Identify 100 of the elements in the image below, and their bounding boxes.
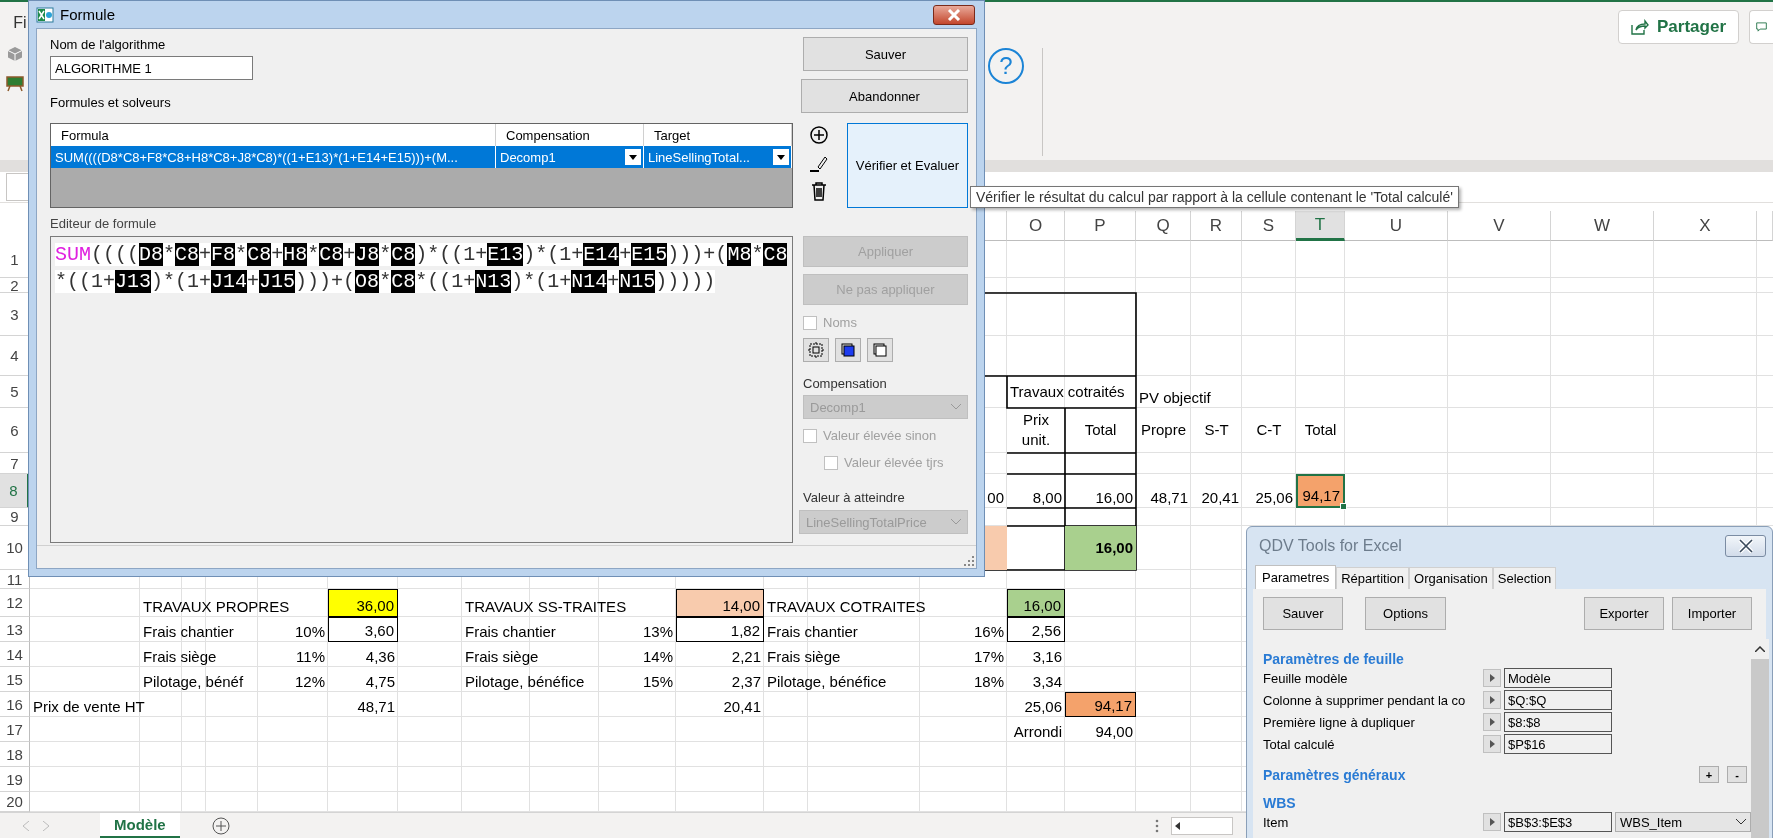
right-triangle-icon bbox=[1489, 740, 1495, 748]
speech-bubble-icon bbox=[1756, 20, 1767, 34]
sheet-cell-text: 20,41 bbox=[722, 697, 762, 717]
formula-editor[interactable]: SUM((((D8*C8+F8*C8+H8*C8+J8*C8)*((1+E13)*(1+E14+E15)))+(M8*C8 *((1+J13)*(1+J14+J15)))+(O8*C8*((1+N13)*(1+N14+N15))))) bbox=[50, 236, 793, 543]
column-header[interactable]: O bbox=[1007, 211, 1065, 241]
close-button[interactable] bbox=[933, 4, 975, 25]
help-button[interactable]: ? bbox=[988, 48, 1024, 84]
pick-button[interactable] bbox=[1483, 735, 1501, 753]
duplicate-button[interactable] bbox=[867, 338, 893, 362]
sheet-tab[interactable]: Modèle bbox=[100, 813, 180, 838]
field-label: Total calculé bbox=[1263, 736, 1336, 752]
resize-grip-icon[interactable] bbox=[964, 556, 974, 566]
sheet-cell-text: 16,00 bbox=[1094, 488, 1134, 508]
pick-button[interactable] bbox=[1483, 813, 1501, 831]
sheet-cell-text: Frais chantier bbox=[766, 622, 859, 642]
target-dropdown[interactable]: LineSellingTotal... bbox=[644, 146, 792, 168]
verify-button[interactable]: Vérifier et Evaluer bbox=[847, 123, 968, 208]
name-box[interactable] bbox=[6, 173, 30, 201]
column-header[interactable]: V bbox=[1448, 211, 1551, 241]
compensation-dropdown[interactable]: Decomp1 bbox=[496, 146, 644, 168]
sheet-cell-text: Frais chantier bbox=[142, 622, 235, 642]
tab[interactable]: Répartition bbox=[1336, 567, 1410, 589]
sheet-cell-text: Arrondi bbox=[1012, 722, 1063, 742]
text-field[interactable]: $8:$8 bbox=[1504, 712, 1612, 732]
name-input-field[interactable]: ALGORITHME 1 bbox=[50, 56, 253, 80]
row-header[interactable]: 17 bbox=[0, 717, 30, 742]
pick-button[interactable] bbox=[1483, 691, 1501, 709]
column-header[interactable]: P bbox=[1065, 211, 1136, 241]
panel-button[interactable]: + bbox=[1699, 766, 1719, 783]
add-sheet-icon[interactable] bbox=[211, 817, 230, 835]
row-header[interactable]: 16 bbox=[0, 692, 30, 717]
section-label: Editeur de formule bbox=[50, 216, 158, 232]
text-field[interactable]: $P$16 bbox=[1504, 734, 1612, 754]
sheet-cell-text: 12% bbox=[293, 672, 326, 692]
row-header[interactable]: 14 bbox=[0, 642, 30, 667]
menu-tab[interactable]: Fi bbox=[13, 14, 27, 32]
column-header[interactable]: S bbox=[1242, 211, 1296, 241]
tab[interactable]: Selection bbox=[1492, 567, 1557, 589]
row-header[interactable]: 2 bbox=[0, 278, 30, 293]
sheet-cell-text: TRAVAUX SS-TRAITES bbox=[464, 597, 628, 617]
column-header[interactable]: R bbox=[1191, 211, 1242, 241]
row-header[interactable]: 15 bbox=[0, 667, 30, 692]
tooltip: Vérifier le résultat du calcul par rapport à la cellule contenant le 'Total calculé' bbox=[970, 186, 1459, 208]
more-options-icon[interactable] bbox=[1154, 819, 1159, 833]
text-field[interactable]: $Q:$Q bbox=[1504, 690, 1612, 710]
sheet-cell-text: 17% bbox=[972, 647, 1005, 667]
sheet-cell-text: Pilotage, bénéfice bbox=[766, 672, 888, 692]
plus-circle-icon bbox=[809, 125, 829, 145]
text-field[interactable]: $B$3:$E$3 bbox=[1504, 812, 1612, 832]
row-header[interactable]: 19 bbox=[0, 767, 30, 792]
field-label: Compensation bbox=[803, 376, 888, 392]
column-header[interactable]: Q bbox=[1136, 211, 1191, 241]
column-header[interactable]: U bbox=[1345, 211, 1448, 241]
sheet-cell-text: 13% bbox=[641, 622, 674, 642]
sheet-cell: 3,60 bbox=[328, 617, 398, 642]
row-header[interactable]: 20 bbox=[0, 792, 30, 812]
row-header[interactable]: 12 bbox=[0, 589, 30, 617]
sheet-cell-text: Prix unit. bbox=[1020, 410, 1052, 450]
column-header[interactable]: X bbox=[1654, 211, 1757, 241]
text-field[interactable]: Modèle bbox=[1504, 668, 1612, 688]
field-label: Valeur à atteindre bbox=[803, 490, 906, 506]
row-header[interactable]: 13 bbox=[0, 617, 30, 642]
cube-icon[interactable] bbox=[7, 46, 23, 62]
tab[interactable]: Organisation bbox=[1409, 567, 1493, 589]
tab[interactable]: Parametres bbox=[1255, 565, 1337, 589]
sheet-cell: 1,82 bbox=[676, 617, 764, 642]
column-header[interactable]: T bbox=[1296, 211, 1345, 241]
sheet-cell-text: 15% bbox=[641, 672, 674, 692]
dialog-button[interactable]: Sauver bbox=[803, 37, 968, 71]
sheet-cell-text: 48,71 bbox=[1149, 488, 1189, 508]
horizontal-scrollbar[interactable] bbox=[1170, 817, 1233, 835]
sheet-cell-text: 14% bbox=[641, 647, 674, 667]
scrollbar[interactable] bbox=[1751, 639, 1769, 838]
column-header[interactable]: W bbox=[1551, 211, 1654, 241]
panel-button[interactable]: Options bbox=[1365, 597, 1446, 630]
copy-button[interactable] bbox=[835, 338, 861, 362]
pick-button[interactable] bbox=[1483, 713, 1501, 731]
sheet-cell-text: PV objectif bbox=[1138, 388, 1212, 408]
field-label: Nom de l'algorithme bbox=[50, 37, 167, 53]
pick-button[interactable] bbox=[1483, 669, 1501, 687]
dotted-frame-icon bbox=[807, 341, 825, 359]
row-header[interactable]: 8 bbox=[0, 474, 30, 508]
section-heading: Paramètres généraux bbox=[1263, 767, 1406, 783]
dropdown[interactable]: WBS_Item bbox=[1615, 812, 1751, 832]
panel-button[interactable]: - bbox=[1727, 766, 1747, 783]
panel-button[interactable]: Importer bbox=[1672, 597, 1752, 630]
dialog-button[interactable]: Abandonner bbox=[801, 79, 968, 113]
sheet-cell-text: 2,21 bbox=[730, 647, 762, 667]
chalkboard-icon[interactable] bbox=[6, 76, 24, 92]
formula-row[interactable]: SUM((((D8*C8+F8*C8+H8*C8+J8*C8)*((1+E13)*(1+E14+E15)))+(M... Decomp1 LineSellingTotal... bbox=[51, 146, 792, 168]
sheet-cell: 2,56 bbox=[1007, 617, 1065, 642]
sheet-cell: 36,00 bbox=[328, 589, 398, 617]
panel-button[interactable]: Exporter bbox=[1584, 597, 1664, 630]
close-icon bbox=[1737, 539, 1754, 553]
field-label: Item bbox=[1263, 814, 1290, 830]
share-button[interactable]: Partager bbox=[1618, 10, 1739, 44]
close-button[interactable] bbox=[1725, 535, 1766, 557]
select-all-button[interactable] bbox=[803, 338, 829, 362]
panel-button[interactable]: Sauver bbox=[1263, 597, 1343, 630]
row-header[interactable]: 18 bbox=[0, 742, 30, 767]
